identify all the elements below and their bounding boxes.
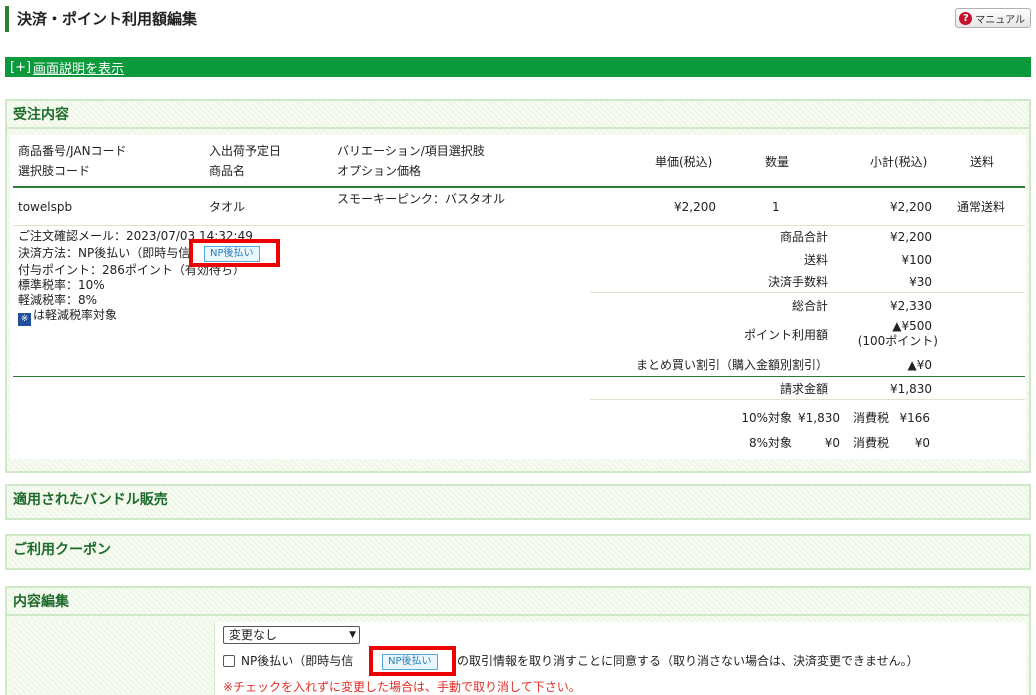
col-ship-date: 入出荷予定日 [209, 144, 282, 158]
reduced-tax-note: ※ は軽減税率対象 [18, 308, 117, 326]
item-variation: スモーキーピンク：バスタオル [337, 192, 506, 206]
item-product-no: towelspb [18, 200, 73, 214]
help-show-link[interactable]: 画面説明を表示 [33, 58, 124, 77]
item-divider [13, 225, 1025, 226]
header-divider [13, 186, 1025, 188]
tax-row-tax: ¥0 [914, 436, 930, 450]
billing-amount-value: ¥1,830 [890, 382, 932, 396]
tax-row-tax: ¥166 [899, 411, 930, 425]
edit-section-title: 内容編集 [7, 588, 1029, 616]
payment-fee-value: ¥30 [909, 275, 932, 289]
col-shipping: 送料 [970, 155, 995, 169]
order-section: 受注内容 商品番号/JANコード 選択肢コード 入出荷予定日 商品名 バリエーシ… [5, 99, 1031, 473]
cancel-consent-prefix: NP後払い（即時与信 [241, 654, 354, 668]
np-payment-badge: NP後払い [204, 246, 260, 262]
payment-fee-label: 決済手数料 [767, 275, 828, 289]
point-usage-label: ポイント利用額 [743, 328, 828, 342]
payment-change-select-value: 変更なし [229, 628, 278, 642]
tax-row-tax-label: 消費税 [853, 436, 890, 450]
edit-label-cell [10, 622, 214, 695]
order-table: 商品番号/JANコード 選択肢コード 入出荷予定日 商品名 バリエーション/項目… [10, 135, 1026, 459]
order-section-title: 受注内容 [7, 101, 1029, 129]
bulk-discount-value: ▲¥0 [907, 358, 933, 372]
tax-row-tax-label: 消費税 [853, 411, 890, 425]
manual-button-label: マニュアル [975, 14, 1025, 26]
payment-method: 決済方法：NP後払い（即時与信 [18, 246, 191, 260]
col-product-name: 商品名 [209, 164, 246, 178]
reduced-tax-rate: 軽減税率：8% [18, 293, 98, 307]
billing-amount-label: 請求金額 [779, 382, 828, 396]
bill-divider [13, 376, 1025, 377]
edit-section: 内容編集 変更なし ▼ NP後払い（即時与信 NP後払い の取引情報を取り消すこ… [5, 586, 1031, 695]
shipping-label: 送料 [803, 253, 828, 267]
col-product-no: 商品番号/JANコード [18, 144, 127, 158]
chevron-down-icon: ▼ [349, 630, 356, 640]
help-expand-toggle[interactable]: [+] [10, 60, 31, 75]
page-title: 決済・ポイント利用額編集 [5, 6, 197, 32]
tax-row-base: ¥1,830 [798, 411, 840, 425]
standard-tax-rate: 標準税率：10% [18, 278, 105, 292]
np-payment-badge: NP後払い [382, 654, 438, 670]
bundle-section: 適用されたバンドル販売 [5, 484, 1031, 520]
col-subtotal: 小計(税込) [870, 155, 928, 169]
col-unit-price: 単価(税込) [655, 155, 713, 169]
tax-row-base: ¥0 [824, 436, 840, 450]
product-total-label: 商品合計 [779, 230, 828, 244]
coupon-section: ご利用クーポン [5, 534, 1031, 570]
cancel-consent-suffix: の取引情報を取り消すことに同意する（取り消さない場合は、決済変更できません。） [457, 654, 919, 668]
payment-change-select[interactable]: 変更なし ▼ [223, 626, 360, 644]
grand-total-value: ¥2,330 [890, 299, 932, 313]
shipping-value: ¥100 [901, 253, 932, 267]
cancel-consent-checkbox[interactable] [223, 655, 235, 667]
item-unit-price: ¥2,200 [674, 200, 716, 214]
tax-row-label: 10%対象 [741, 411, 792, 425]
item-shipping: 通常送料 [957, 200, 1006, 214]
col-variation: バリエーション/項目選択肢 [337, 144, 485, 158]
product-total-value: ¥2,200 [890, 230, 932, 244]
grand-total-label: 総合計 [791, 299, 828, 313]
point-usage-value: ▲¥500 [892, 319, 932, 333]
item-product-name: タオル [209, 200, 246, 214]
col-option-price: オプション価格 [337, 164, 422, 178]
coupon-section-title[interactable]: ご利用クーポン [7, 536, 1029, 564]
reduced-tax-note-text: は軽減税率対象 [33, 308, 118, 322]
tax-row-label: 8%対象 [748, 436, 792, 450]
item-qty: 1 [772, 200, 780, 214]
help-question-icon: ? [959, 11, 973, 25]
edit-content-cell: 変更なし ▼ NP後払い（即時与信 NP後払い の取引情報を取り消すことに同意す… [214, 622, 1026, 695]
point-usage-points: (100ポイント) [857, 334, 938, 348]
tax-divider [590, 399, 1025, 400]
page-header: 決済・ポイント利用額編集 ? マニュアル [5, 6, 1031, 32]
col-qty: 数量 [765, 155, 790, 169]
bundle-section-title[interactable]: 適用されたバンドル販売 [7, 486, 1029, 514]
totals-divider [590, 292, 1025, 293]
reduced-tax-mark-icon: ※ [18, 313, 31, 326]
help-bar: [+] 画面説明を表示 [5, 57, 1031, 77]
item-subtotal: ¥2,200 [890, 200, 932, 214]
manual-cancel-warning: ※チェックを入れずに変更した場合は、手動で取り消して下さい。 [223, 680, 581, 694]
manual-button[interactable]: ? マニュアル [955, 8, 1031, 28]
bulk-discount-label: まとめ買い割引（購入金額別割引） [635, 358, 828, 372]
col-option-code: 選択肢コード [18, 164, 91, 178]
